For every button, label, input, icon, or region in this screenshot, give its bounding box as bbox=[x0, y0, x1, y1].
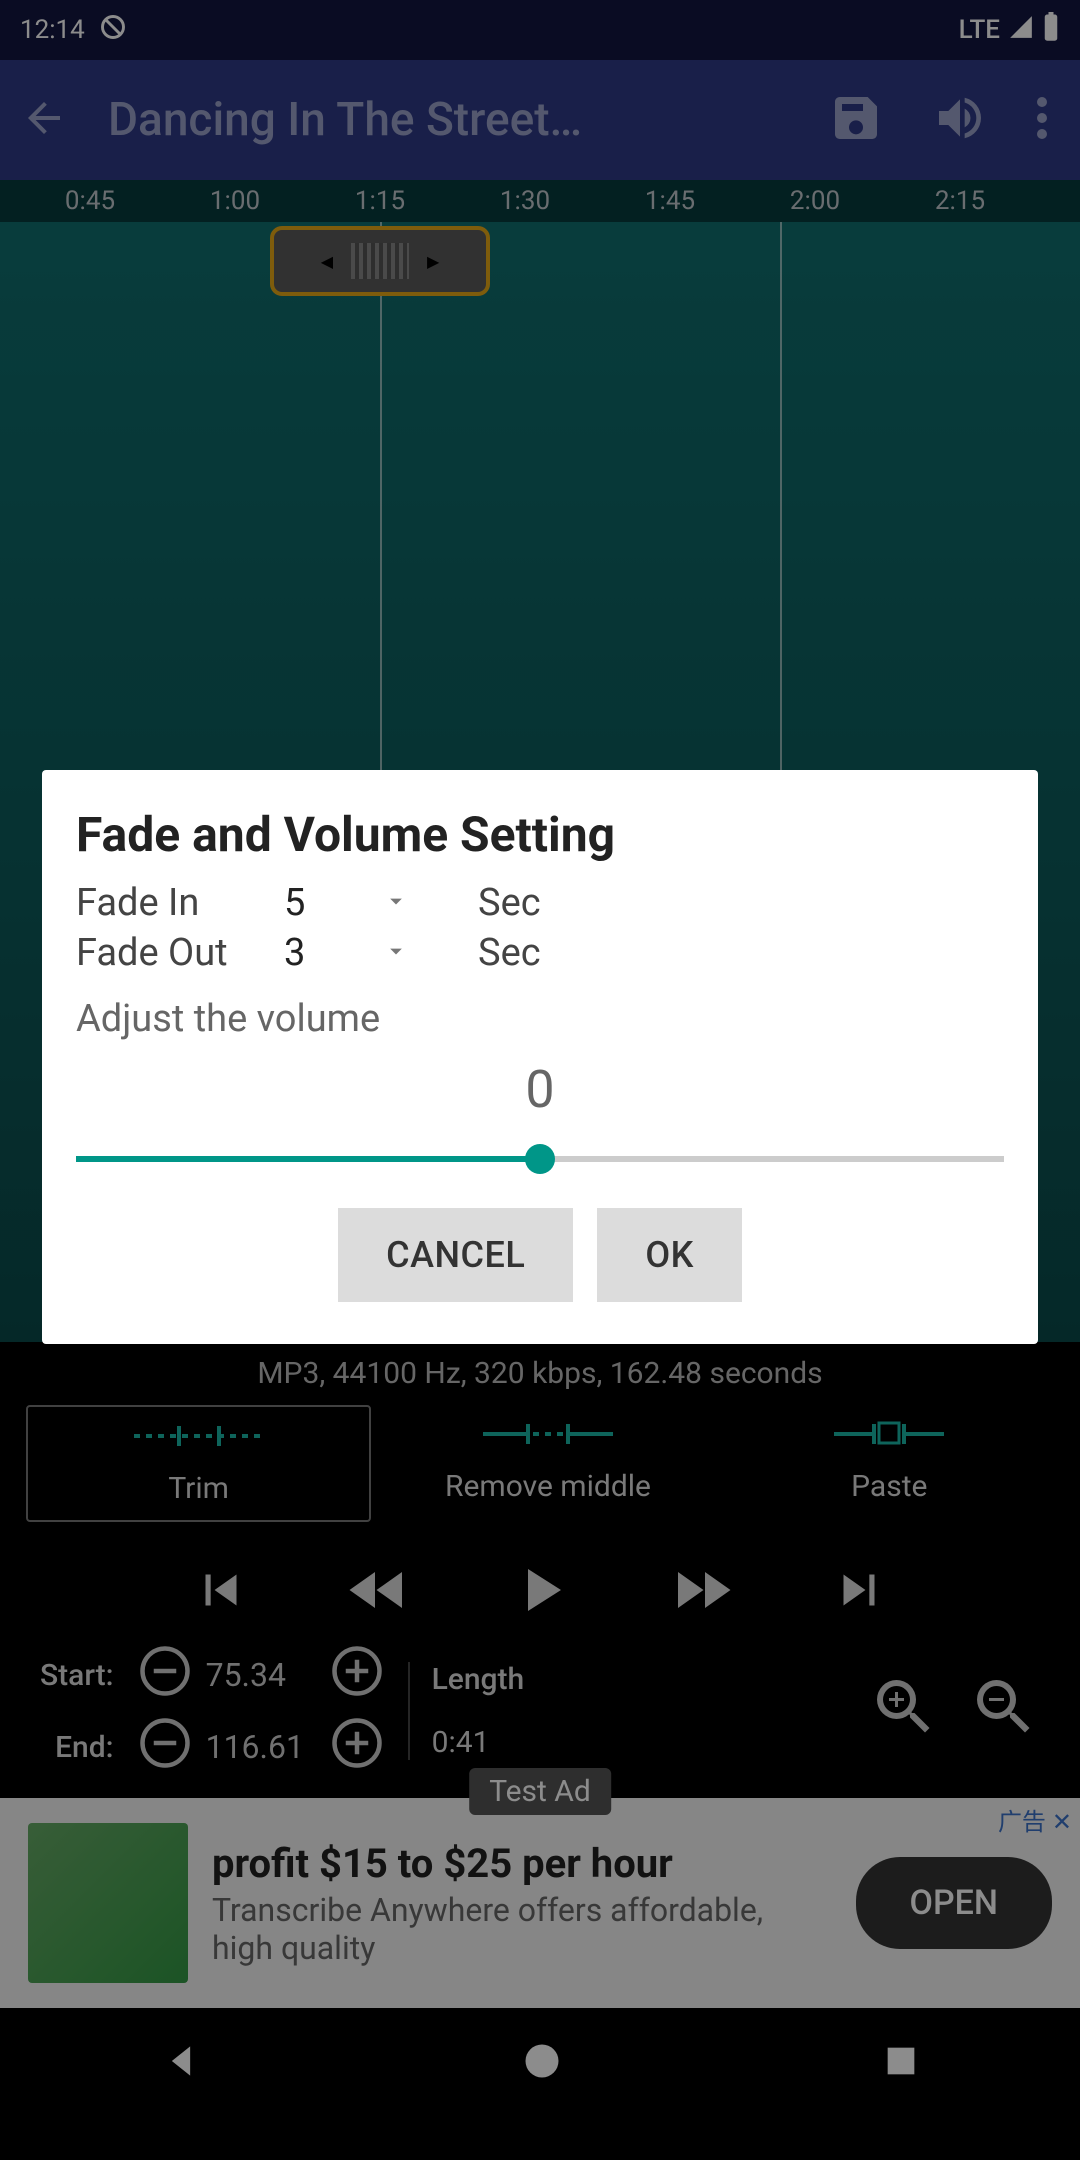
fade-volume-dialog: Fade and Volume Setting Fade In 5 Sec Fa… bbox=[42, 770, 1038, 1344]
fade-out-unit: Sec bbox=[478, 931, 541, 975]
adjust-volume-label: Adjust the volume bbox=[76, 997, 1004, 1041]
slider-thumb-icon[interactable] bbox=[525, 1144, 555, 1174]
ok-button[interactable]: OK bbox=[597, 1208, 742, 1302]
volume-value: 0 bbox=[76, 1059, 1004, 1120]
dialog-title: Fade and Volume Setting bbox=[76, 806, 1004, 863]
fade-out-value[interactable]: 3 bbox=[284, 931, 354, 975]
fade-out-label: Fade Out bbox=[76, 931, 256, 975]
fade-in-unit: Sec bbox=[478, 881, 541, 925]
cancel-button[interactable]: CANCEL bbox=[338, 1208, 573, 1302]
volume-slider[interactable] bbox=[76, 1128, 1004, 1188]
fade-in-value[interactable]: 5 bbox=[284, 881, 354, 925]
slider-track-rest bbox=[540, 1156, 1004, 1162]
fade-in-label: Fade In bbox=[76, 881, 256, 925]
fade-in-dropdown-icon[interactable] bbox=[382, 881, 410, 925]
slider-track-active bbox=[76, 1156, 540, 1162]
fade-out-dropdown-icon[interactable] bbox=[382, 931, 410, 975]
